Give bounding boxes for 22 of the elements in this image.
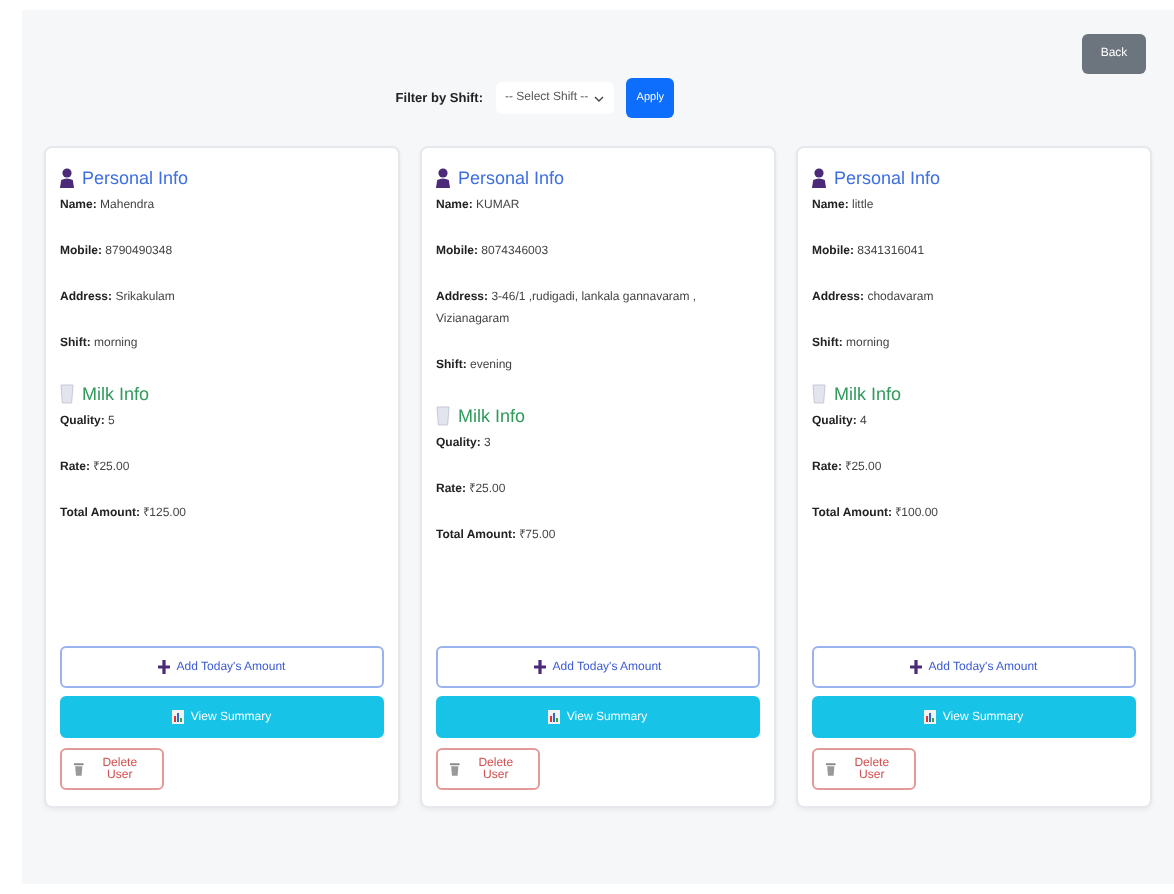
person-icon <box>60 168 74 188</box>
plus-icon <box>158 660 171 674</box>
chart-icon <box>924 710 937 724</box>
section-title: Personal Info <box>458 168 565 188</box>
section-title: Milk Info <box>458 406 526 426</box>
caret-icon <box>594 95 605 101</box>
person-icon <box>436 168 450 188</box>
plus-icon <box>534 660 547 674</box>
section-title: Milk Info <box>834 384 902 404</box>
chart-icon <box>548 710 561 724</box>
glass-icon <box>436 406 450 426</box>
section-title: Milk Info <box>82 384 150 404</box>
trash-icon <box>74 762 84 776</box>
plus-icon <box>910 660 923 674</box>
section-title: Personal Info <box>82 168 189 188</box>
person-icon <box>812 168 826 188</box>
chart-icon <box>172 710 185 724</box>
glass-icon <box>60 384 74 404</box>
trash-icon <box>450 762 460 776</box>
glass-icon <box>812 384 826 404</box>
trash-icon <box>826 762 836 776</box>
section-title: Personal Info <box>834 168 941 188</box>
